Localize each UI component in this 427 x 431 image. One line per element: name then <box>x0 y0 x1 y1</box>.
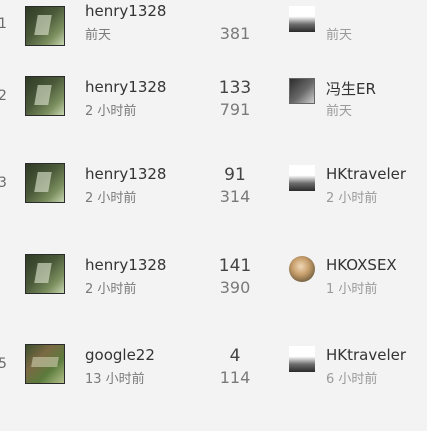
author-name[interactable]: henry1328 <box>85 78 166 96</box>
thread-row[interactable]: 1 henry1328 前天 381 前天 <box>0 0 427 74</box>
post-time: 2 小时前 <box>85 104 137 119</box>
thread-row[interactable]: henry1328 2 小时前 141 390 HKOXSEX 1 小时前 <box>0 248 427 332</box>
post-time: 2 小时前 <box>85 191 137 206</box>
last-reply-user[interactable]: HKOXSEX <box>326 256 397 274</box>
rank-number: 1 <box>0 16 7 32</box>
author-name[interactable]: google22 <box>85 346 155 364</box>
thread-row[interactable]: 5 google22 13 小时前 4 114 HKtraveler 6 小时前 <box>0 338 427 422</box>
author-avatar[interactable] <box>25 6 65 46</box>
thread-row[interactable]: 2 henry1328 2 小时前 133 791 冯生ER 前天 <box>0 70 427 154</box>
last-reply-user[interactable]: 冯生ER <box>326 78 376 99</box>
post-time: 2 小时前 <box>85 282 137 297</box>
author-name[interactable]: henry1328 <box>85 165 166 183</box>
post-time: 前天 <box>85 28 112 43</box>
last-reply-time: 前天 <box>326 28 353 43</box>
replies-count: 381 <box>219 24 251 43</box>
author-avatar[interactable] <box>25 76 65 116</box>
rank-number: 5 <box>0 356 7 372</box>
replies-count: 314 <box>219 187 251 206</box>
author-avatar[interactable] <box>25 344 65 384</box>
views-count: 4 <box>229 346 241 366</box>
author-name[interactable]: henry1328 <box>85 256 166 274</box>
rank-number: 2 <box>0 88 7 104</box>
author-avatar[interactable] <box>25 163 65 203</box>
last-reply-time: 2 小时前 <box>326 191 378 206</box>
last-reply-avatar[interactable] <box>289 256 315 282</box>
last-reply-avatar[interactable] <box>289 78 315 104</box>
post-time: 13 小时前 <box>85 372 145 387</box>
last-reply-user[interactable]: HKtraveler <box>326 346 406 364</box>
last-reply-time: 1 小时前 <box>326 282 378 297</box>
thread-row[interactable]: 3 henry1328 2 小时前 91 314 HKtraveler 2 小时… <box>0 157 427 241</box>
rank-number: 3 <box>0 175 7 191</box>
last-reply-avatar[interactable] <box>289 346 315 372</box>
last-reply-time: 6 小时前 <box>326 372 378 387</box>
last-reply-time: 前天 <box>326 104 353 119</box>
replies-count: 791 <box>219 100 251 119</box>
replies-count: 390 <box>219 278 251 297</box>
views-count: 141 <box>218 256 252 276</box>
last-reply-avatar[interactable] <box>289 6 315 32</box>
last-reply-avatar[interactable] <box>289 165 315 191</box>
author-avatar[interactable] <box>25 254 65 294</box>
last-reply-user[interactable]: HKtraveler <box>326 165 406 183</box>
views-count: 91 <box>224 165 246 185</box>
replies-count: 114 <box>219 368 251 387</box>
author-name[interactable]: henry1328 <box>85 2 166 20</box>
views-count: 133 <box>218 78 252 98</box>
